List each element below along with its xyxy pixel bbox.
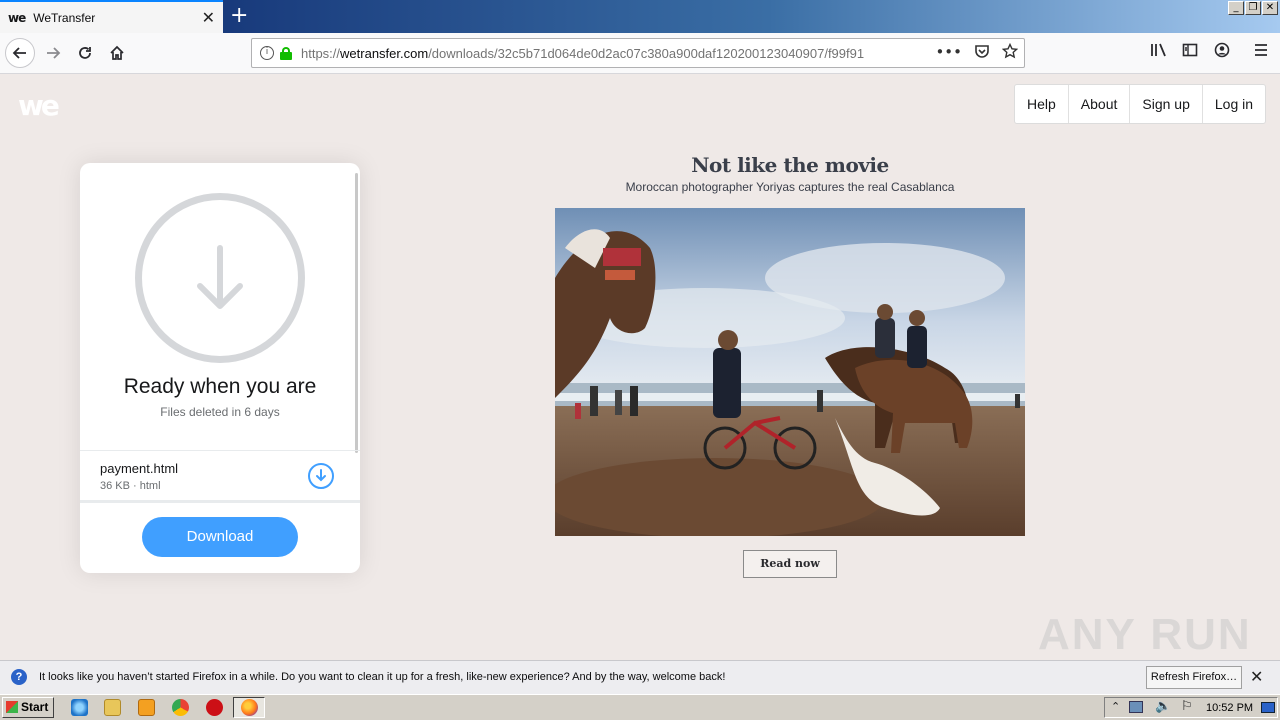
notification-bar: ? It looks like you haven’t started Fire… xyxy=(0,660,1280,694)
opera-icon[interactable] xyxy=(206,699,223,716)
show-hidden-icons-icon[interactable]: ⌃ xyxy=(1111,700,1120,713)
wetransfer-favicon-icon: we xyxy=(8,10,26,25)
window-titlebar: we WeTransfer ✕ + _ ❐ ✕ xyxy=(0,0,1280,33)
volume-icon[interactable]: 🔈 xyxy=(1155,699,1171,714)
network-icon[interactable] xyxy=(1129,701,1143,713)
bookmark-star-icon[interactable] xyxy=(1001,42,1019,63)
pocket-icon[interactable] xyxy=(974,43,990,63)
show-desktop-icon[interactable] xyxy=(1261,702,1275,713)
windows-taskbar: Start ⌃ 🔈 ⚐ 10:52 PM xyxy=(0,694,1280,720)
account-icon[interactable] xyxy=(1214,42,1230,62)
ad-title: Not like the movie xyxy=(691,153,889,177)
sidebar-icon[interactable] xyxy=(1182,42,1198,62)
windows-logo-icon xyxy=(6,701,18,713)
url-text[interactable]: https://wetransfer.com/downloads/32c5b71… xyxy=(301,46,864,61)
anyrun-watermark: ANY RUN xyxy=(1038,610,1252,659)
arrow-left-icon xyxy=(12,47,26,59)
reload-icon xyxy=(79,47,91,59)
back-button[interactable] xyxy=(5,38,35,68)
file-name: payment.html xyxy=(100,461,179,476)
file-meta: 36 KB · html xyxy=(100,480,161,492)
restore-window-button[interactable]: ❐ xyxy=(1245,1,1261,15)
divider xyxy=(80,500,360,503)
home-button[interactable] xyxy=(102,38,132,68)
download-button[interactable]: Download xyxy=(142,517,298,557)
url-path: /downloads/32c5b71d064de0d2ac07c380a900d… xyxy=(428,45,865,61)
hamburger-menu-icon[interactable] xyxy=(1253,42,1269,62)
wetransfer-logo[interactable]: we xyxy=(18,89,60,122)
transfer-card: Ready when you are Files deleted in 6 da… xyxy=(80,163,360,573)
forward-button[interactable] xyxy=(38,38,68,68)
reload-button[interactable] xyxy=(70,38,100,68)
page-actions-more-icon[interactable]: ••• xyxy=(935,43,962,63)
arrow-right-icon xyxy=(47,47,61,59)
chrome-icon[interactable] xyxy=(172,699,189,716)
ad-subtitle: Moroccan photographer Yoriyas captures t… xyxy=(625,180,955,194)
webpage: we Help About Sign up Log in Ready when … xyxy=(0,75,1280,660)
start-label: Start xyxy=(21,700,49,714)
firefox-taskbar-button[interactable] xyxy=(233,697,265,718)
top-navigation: Help About Sign up Log in xyxy=(1014,84,1267,124)
browser-tab-wetransfer[interactable]: we WeTransfer ✕ xyxy=(0,0,223,33)
question-icon: ? xyxy=(11,669,27,685)
download-circle-icon xyxy=(135,193,305,363)
firefox-icon xyxy=(241,699,258,716)
lock-icon[interactable] xyxy=(280,46,292,60)
action-center-flag-icon[interactable]: ⚐ xyxy=(1181,699,1193,714)
nav-about-link[interactable]: About xyxy=(1069,85,1131,123)
close-window-button[interactable]: ✕ xyxy=(1262,1,1278,15)
navigation-toolbar: i https://wetransfer.com/downloads/32c5b… xyxy=(0,33,1280,74)
start-button[interactable]: Start xyxy=(2,697,54,718)
url-protocol: https:// xyxy=(301,45,341,61)
site-info-icon[interactable]: i xyxy=(260,46,274,60)
ready-title: Ready when you are xyxy=(123,375,317,398)
nav-login-link[interactable]: Log in xyxy=(1203,85,1265,123)
media-player-icon[interactable] xyxy=(138,699,155,716)
library-icon[interactable] xyxy=(1150,42,1168,62)
url-bar[interactable]: i https://wetransfer.com/downloads/32c5b… xyxy=(251,38,1025,68)
read-now-button[interactable]: Read now xyxy=(743,550,837,578)
tab-close-icon[interactable]: ✕ xyxy=(202,8,215,28)
minimize-window-button[interactable]: _ xyxy=(1228,1,1244,15)
home-icon xyxy=(110,45,124,60)
folder-icon[interactable] xyxy=(104,699,121,716)
file-download-icon[interactable] xyxy=(308,463,334,489)
nav-help-link[interactable]: Help xyxy=(1015,85,1069,123)
refresh-firefox-button[interactable]: Refresh Firefox… xyxy=(1146,666,1242,689)
divider xyxy=(80,450,360,451)
notification-close-icon[interactable]: ✕ xyxy=(1250,667,1263,686)
taskbar-clock[interactable]: 10:52 PM xyxy=(1206,702,1253,714)
notification-text: It looks like you haven’t started Firefo… xyxy=(39,671,726,683)
url-host: wetransfer.com xyxy=(340,45,429,61)
ie-icon[interactable] xyxy=(71,699,88,716)
casablanca-beach-photo[interactable] xyxy=(555,208,1025,536)
expiry-note: Files deleted in 6 days xyxy=(160,405,280,419)
tab-title: WeTransfer xyxy=(33,10,96,25)
new-tab-button[interactable]: + xyxy=(230,3,248,28)
nav-signup-link[interactable]: Sign up xyxy=(1130,85,1203,123)
